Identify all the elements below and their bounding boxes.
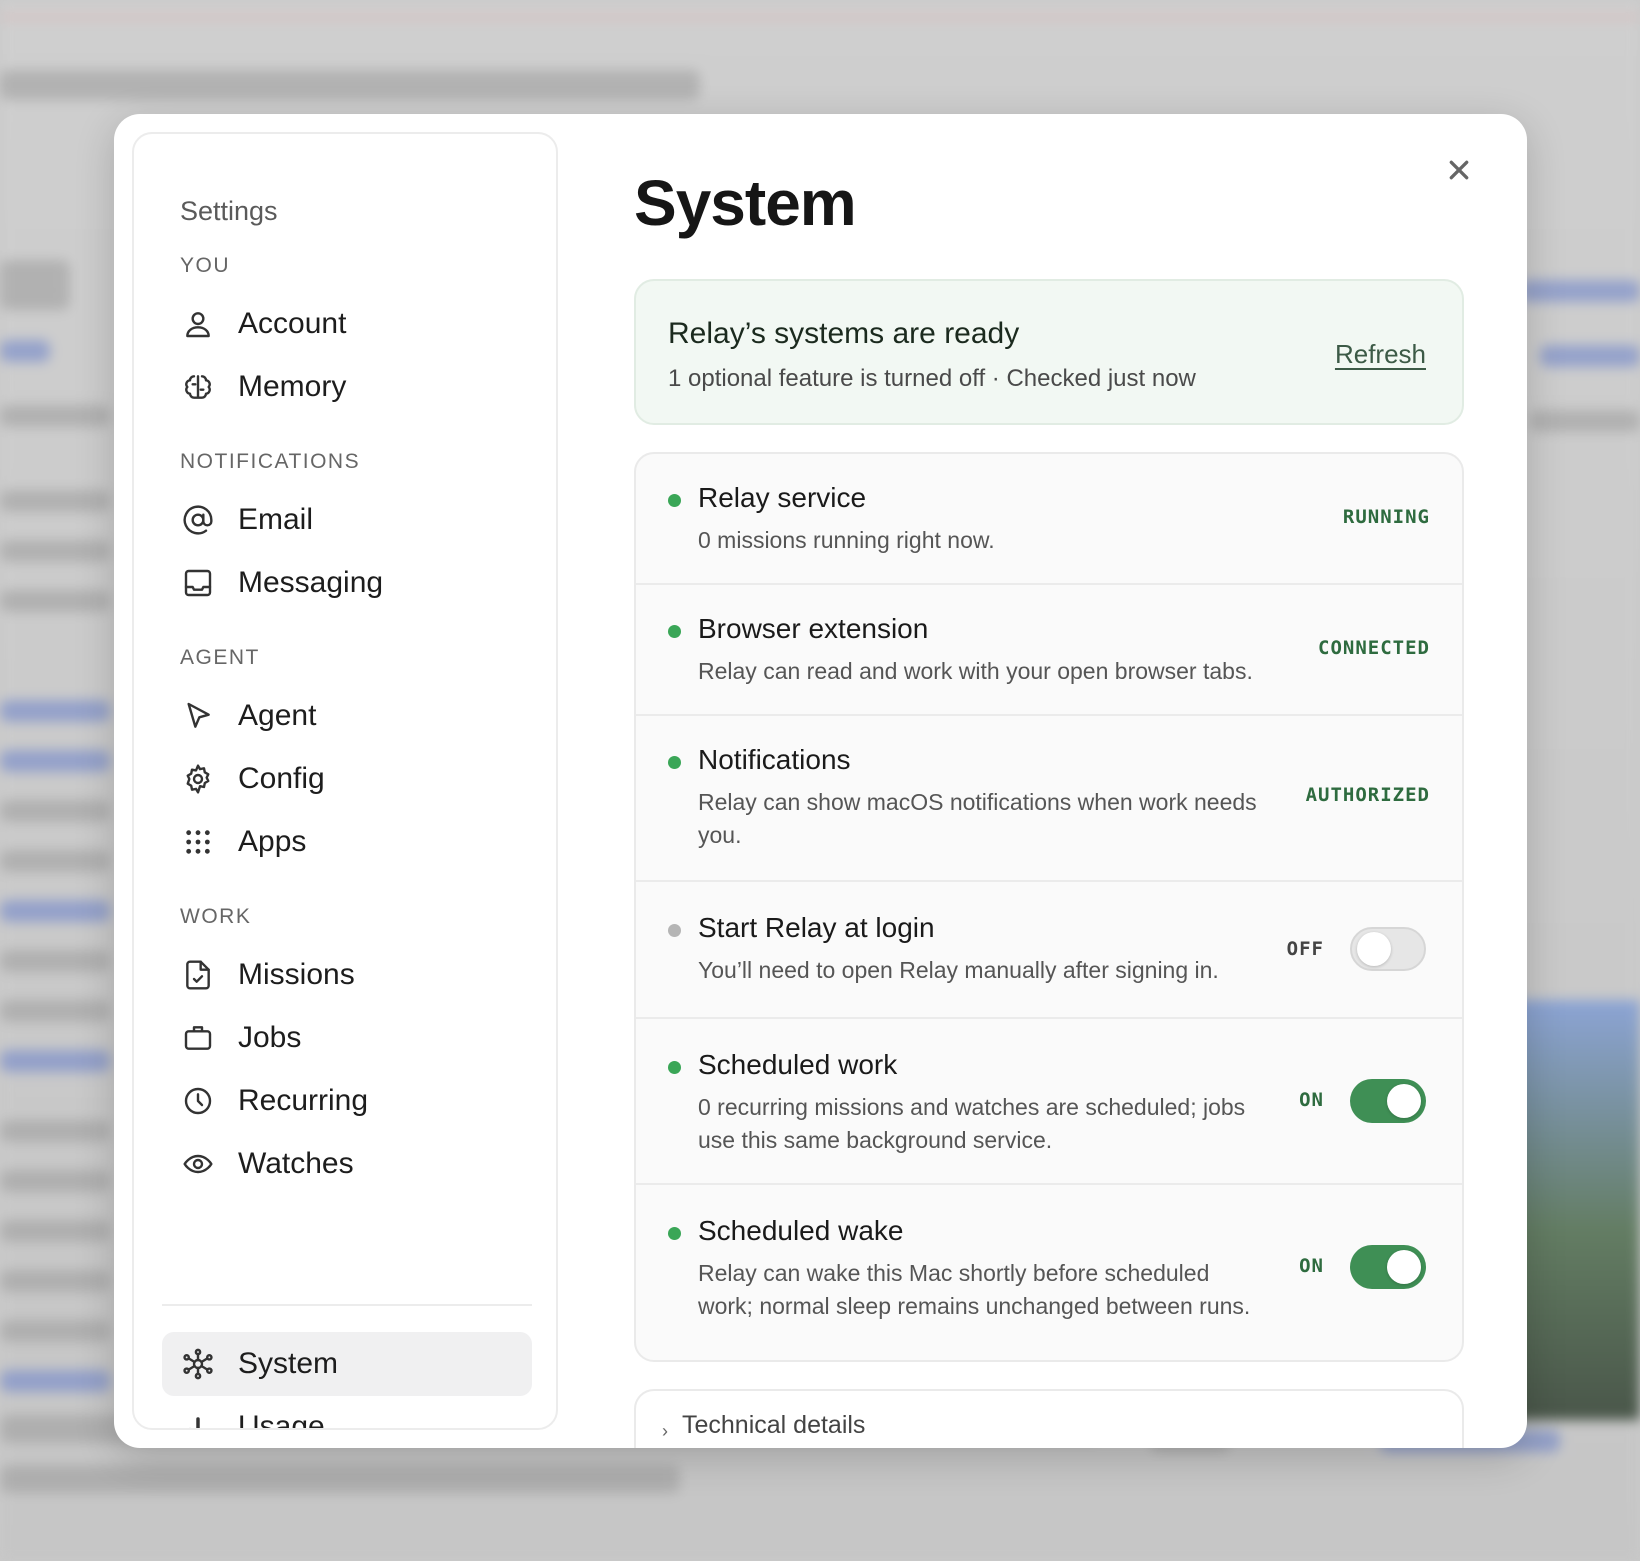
- sidebar-item-email[interactable]: Email: [162, 488, 532, 552]
- toggle-knob: [1357, 932, 1391, 966]
- inbox-icon: [180, 565, 216, 601]
- row-description: 0 recurring missions and watches are sch…: [698, 1094, 1246, 1153]
- sidebar-item-messaging[interactable]: Messaging: [162, 551, 532, 615]
- sidebar-item-label: System: [238, 1347, 339, 1380]
- toggle-knob: [1387, 1084, 1421, 1118]
- start-at-login-toggle[interactable]: [1350, 927, 1426, 971]
- status-dot: [668, 1061, 681, 1074]
- network-nodes-icon: [180, 1346, 216, 1382]
- status-row-notifications: Notifications Relay can show macOS notif…: [636, 716, 1462, 882]
- row-title: Scheduled work: [698, 1049, 898, 1080]
- section-label-you: YOU: [180, 254, 231, 277]
- close-button[interactable]: [1441, 152, 1477, 188]
- at-sign-icon: [180, 502, 216, 538]
- sidebar-item-recurring[interactable]: Recurring: [162, 1069, 532, 1133]
- row-title: Scheduled wake: [698, 1215, 904, 1246]
- row-title: Relay service: [698, 482, 867, 513]
- system-ready-banner: Relay’s systems are ready 1 optional fea…: [634, 279, 1464, 425]
- sidebar-item-account[interactable]: Account: [162, 292, 532, 356]
- row-title: Browser extension: [698, 613, 929, 644]
- system-status-list: Relay service 0 missions running right n…: [634, 452, 1464, 1362]
- sidebar-item-label: Recurring: [238, 1084, 369, 1117]
- sidebar-item-label: Account: [238, 307, 347, 340]
- settings-sidebar: Settings YOU Account Memory NOTIFICATION…: [132, 132, 558, 1430]
- eye-icon: [180, 1146, 216, 1182]
- clock-icon: [180, 1083, 216, 1119]
- toggle-state-label: ON: [1299, 1255, 1324, 1277]
- file-check-icon: [180, 957, 216, 993]
- ready-subtitle: 1 optional feature is turned off · Check…: [668, 365, 1196, 392]
- settings-modal: Settings YOU Account Memory NOTIFICATION…: [114, 114, 1527, 1448]
- gear-icon: [180, 761, 216, 797]
- sidebar-item-label: Missions: [238, 958, 355, 991]
- bar-chart-icon: [180, 1409, 216, 1428]
- row-description: Relay can read and work with your open b…: [698, 658, 1253, 684]
- sidebar-item-label: Memory: [238, 370, 347, 403]
- status-badge: AUTHORIZED: [1305, 784, 1430, 806]
- refresh-link[interactable]: Refresh: [1335, 339, 1426, 370]
- status-row-scheduled-wake: Scheduled wake Relay can wake this Mac s…: [636, 1185, 1462, 1360]
- section-label-notifications: NOTIFICATIONS: [180, 450, 361, 473]
- close-icon: [1449, 160, 1469, 180]
- ready-title: Relay’s systems are ready: [668, 317, 1020, 350]
- sidebar-item-label: Usage: [238, 1410, 325, 1430]
- technical-details-label: Technical details: [682, 1411, 866, 1439]
- status-row-start-at-login: Start Relay at login You’ll need to open…: [636, 882, 1462, 1019]
- toggle-state-label: ON: [1299, 1089, 1324, 1111]
- toggle-state-label: OFF: [1286, 938, 1324, 960]
- scheduled-work-toggle[interactable]: [1350, 1079, 1426, 1123]
- status-badge: CONNECTED: [1318, 637, 1430, 659]
- toggle-knob: [1387, 1250, 1421, 1284]
- technical-details-disclosure[interactable]: › Technical details: [634, 1389, 1464, 1448]
- status-row-relay-service: Relay service 0 missions running right n…: [636, 454, 1462, 585]
- status-dot: [668, 625, 681, 638]
- status-row-scheduled-work: Scheduled work 0 recurring missions and …: [636, 1019, 1462, 1185]
- sidebar-item-watches[interactable]: Watches: [162, 1132, 532, 1196]
- sidebar-item-label: Messaging: [238, 566, 384, 599]
- sidebar-item-jobs[interactable]: Jobs: [162, 1006, 532, 1070]
- sidebar-divider: [162, 1304, 532, 1306]
- row-title: Start Relay at login: [698, 912, 935, 943]
- status-dot: [668, 924, 681, 937]
- row-description: You’ll need to open Relay manually after…: [698, 957, 1219, 983]
- sidebar-item-label: Email: [238, 503, 314, 536]
- brain-icon: [180, 369, 216, 405]
- user-icon: [180, 306, 216, 342]
- sidebar-item-config[interactable]: Config: [162, 747, 532, 811]
- scheduled-wake-toggle[interactable]: [1350, 1245, 1426, 1289]
- sidebar-item-usage[interactable]: Usage: [162, 1395, 532, 1430]
- row-description: Relay can wake this Mac shortly before s…: [698, 1260, 1251, 1319]
- sidebar-item-memory[interactable]: Memory: [162, 355, 532, 419]
- section-label-work: WORK: [180, 905, 252, 928]
- row-description: Relay can show macOS notifications when …: [698, 789, 1257, 848]
- chevron-right-icon: ›: [662, 1421, 668, 1441]
- sidebar-item-agent[interactable]: Agent: [162, 684, 532, 748]
- settings-main-panel: System Relay’s systems are ready 1 optio…: [634, 114, 1527, 1448]
- status-row-browser-extension: Browser extension Relay can read and wor…: [636, 585, 1462, 716]
- page-title: System: [634, 167, 857, 239]
- sidebar-item-apps[interactable]: Apps: [162, 810, 532, 874]
- sidebar-item-system[interactable]: System: [162, 1332, 532, 1396]
- status-dot: [668, 756, 681, 769]
- status-dot: [668, 494, 681, 507]
- sidebar-item-label: Apps: [238, 825, 307, 858]
- row-title: Notifications: [698, 744, 851, 775]
- cursor-arrow-icon: [180, 698, 216, 734]
- status-badge: RUNNING: [1342, 506, 1430, 528]
- sidebar-item-label: Config: [238, 762, 325, 795]
- briefcase-icon: [180, 1020, 216, 1056]
- row-description: 0 missions running right now.: [698, 527, 995, 553]
- sidebar-item-label: Jobs: [238, 1021, 302, 1054]
- status-dot: [668, 1227, 681, 1240]
- section-label-agent: AGENT: [180, 646, 260, 669]
- sidebar-title: Settings: [180, 196, 278, 226]
- sidebar-item-label: Agent: [238, 699, 317, 732]
- sidebar-item-label: Watches: [238, 1147, 354, 1180]
- sidebar-item-missions[interactable]: Missions: [162, 943, 532, 1007]
- grid-dots-icon: [180, 824, 216, 860]
